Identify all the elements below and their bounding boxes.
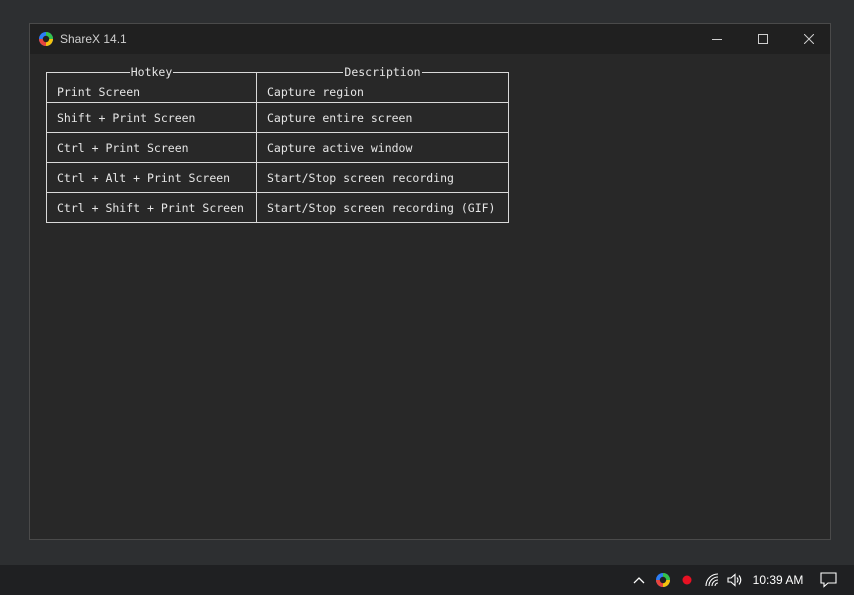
- column-header-description: Description: [343, 65, 422, 79]
- volume-icon: [727, 573, 742, 587]
- description-text: Capture region: [267, 84, 364, 99]
- taskbar: 10:39 AM: [0, 565, 854, 595]
- sharex-window: ShareX 14.1 Hotkey Print Screen Descript…: [29, 23, 831, 540]
- notification-icon: [819, 572, 837, 588]
- notification-center-button[interactable]: [816, 565, 840, 595]
- table-row: Ctrl + Print Screen Capture active windo…: [46, 132, 509, 163]
- description-cell: Start/Stop screen recording (GIF): [256, 192, 509, 223]
- table-row: Hotkey Print Screen Description Capture …: [46, 65, 509, 103]
- table-row: Shift + Print Screen Capture entire scre…: [46, 102, 509, 133]
- maximize-button[interactable]: [740, 24, 786, 54]
- hotkey-cell: Ctrl + Alt + Print Screen: [46, 162, 257, 193]
- hotkey-text: Print Screen: [57, 84, 141, 99]
- show-hidden-icons-button[interactable]: [629, 565, 649, 595]
- column-header-hotkey: Hotkey: [129, 65, 174, 79]
- tray-sharex-button[interactable]: [653, 565, 673, 595]
- minimize-icon: [712, 39, 722, 40]
- close-button[interactable]: [786, 24, 832, 54]
- description-cell: Capture entire screen: [256, 102, 509, 133]
- clock-button[interactable]: 10:39 AM: [749, 565, 807, 595]
- table-cell: Hotkey Print Screen: [46, 65, 257, 103]
- minimize-button[interactable]: [694, 24, 740, 54]
- hotkey-cell: Shift + Print Screen: [46, 102, 257, 133]
- chevron-up-icon: [633, 577, 645, 584]
- description-cell: Capture active window: [256, 132, 509, 163]
- tray-record-button[interactable]: [677, 565, 697, 595]
- hotkey-cell: Ctrl + Print Screen: [46, 132, 257, 163]
- table-row: Ctrl + Shift + Print Screen Start/Stop s…: [46, 192, 509, 223]
- maximize-icon: [758, 34, 768, 44]
- record-icon: [682, 575, 692, 585]
- tray-network-button[interactable]: [702, 565, 722, 595]
- table-cell: Description Capture region: [256, 65, 509, 103]
- sharex-app-icon: [39, 32, 53, 46]
- tray-volume-button[interactable]: [725, 565, 745, 595]
- hotkey-table: Hotkey Print Screen Description Capture …: [46, 65, 509, 223]
- wifi-icon: [705, 573, 719, 587]
- table-row: Ctrl + Alt + Print Screen Start/Stop scr…: [46, 162, 509, 193]
- sharex-icon: [656, 573, 670, 587]
- description-cell: Start/Stop screen recording: [256, 162, 509, 193]
- hotkey-cell: Ctrl + Shift + Print Screen: [46, 192, 257, 223]
- close-icon: [804, 34, 814, 44]
- window-title: ShareX 14.1: [60, 32, 127, 46]
- clock-time: 10:39 AM: [752, 573, 804, 587]
- title-bar[interactable]: ShareX 14.1: [30, 24, 830, 54]
- window-content: Hotkey Print Screen Description Capture …: [30, 54, 830, 539]
